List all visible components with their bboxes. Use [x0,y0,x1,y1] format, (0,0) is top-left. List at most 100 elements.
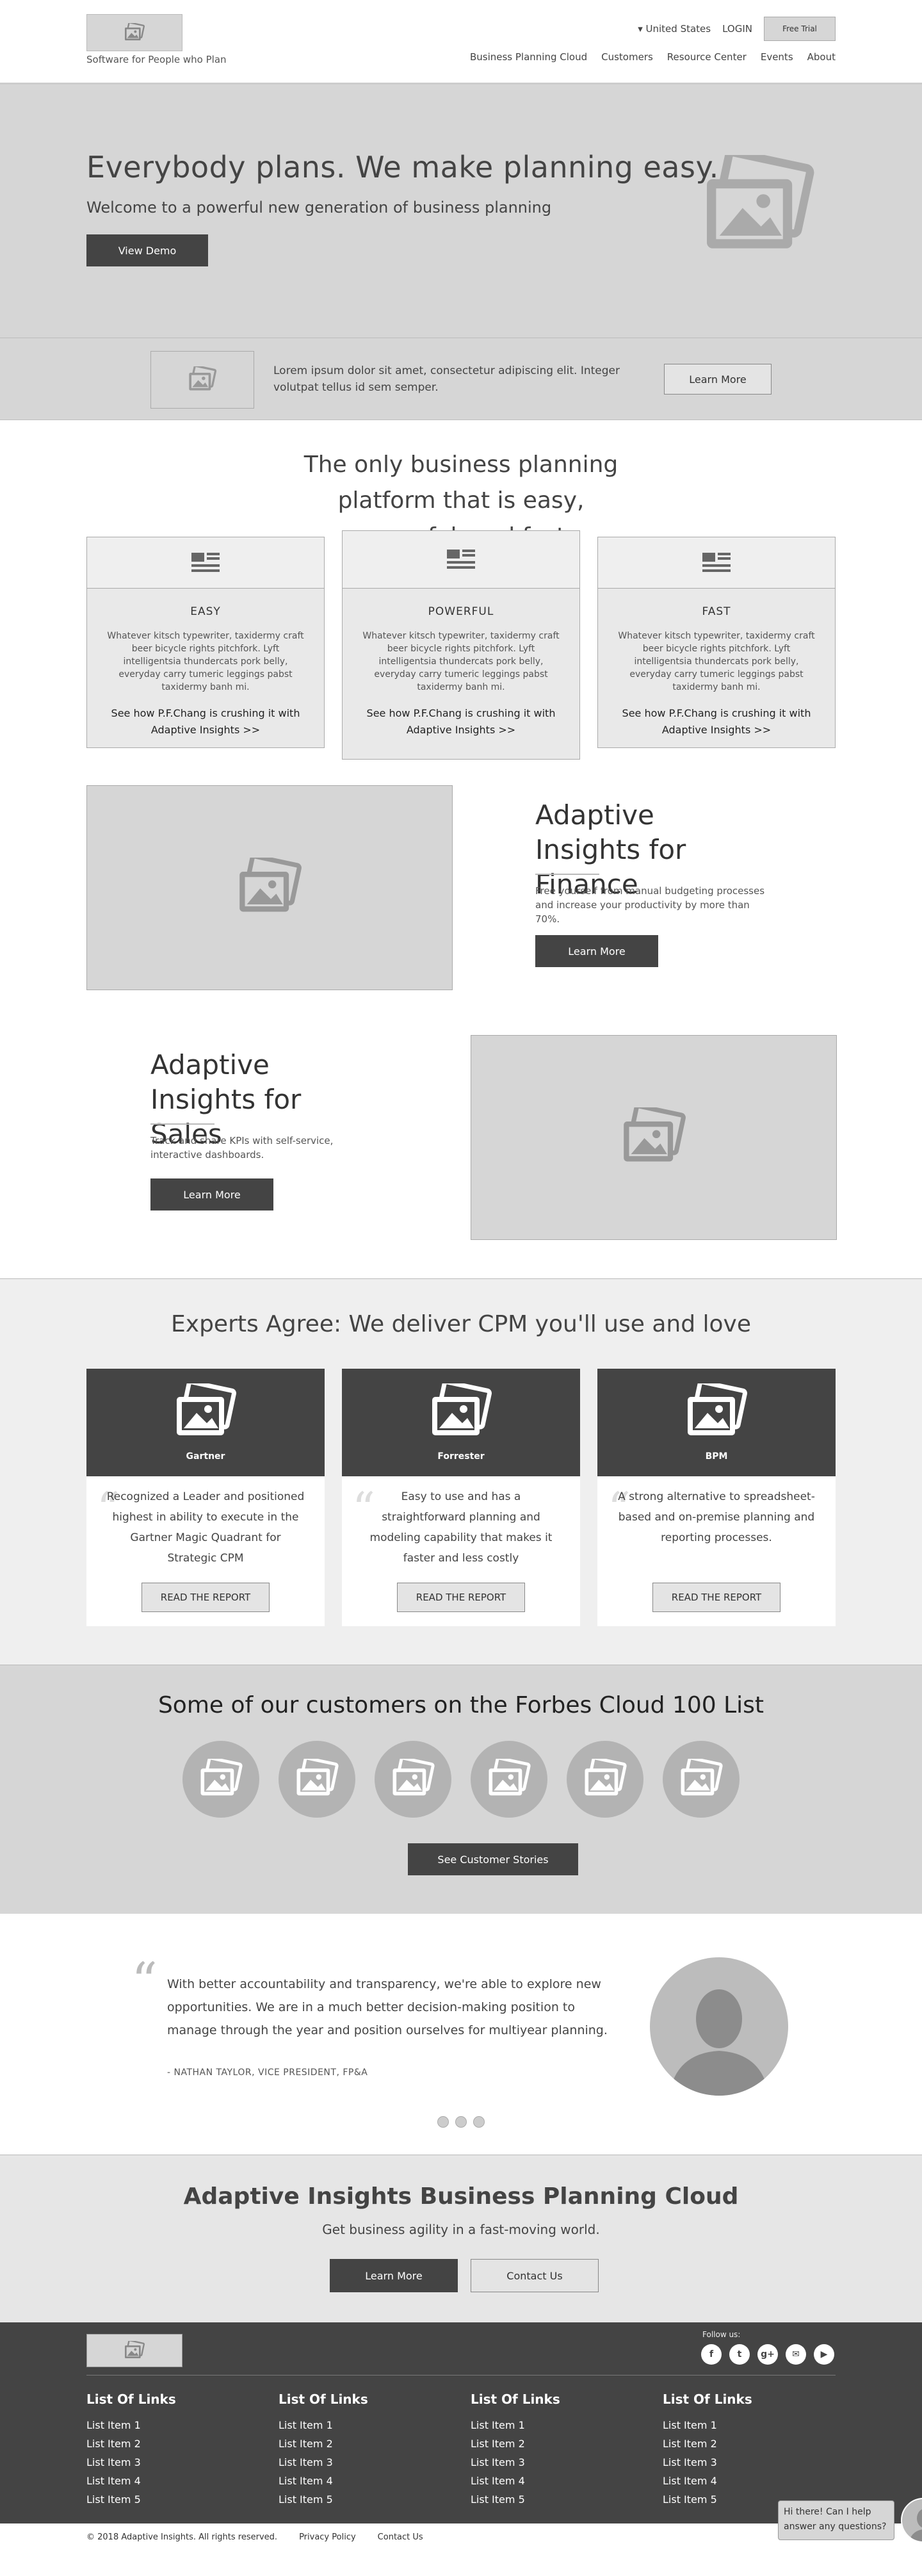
free-trial-button[interactable]: Free Trial [764,17,836,41]
chat-avatar[interactable] [901,2498,922,2543]
footer-link[interactable]: List Item 5 [471,2490,650,2509]
feature-title: EASY [190,605,221,618]
feature-header [343,531,579,589]
footer-link[interactable]: List Item 2 [471,2434,650,2453]
facebook-icon[interactable]: f [701,2344,722,2365]
footer-link[interactable]: List Item 1 [279,2416,458,2434]
country-selector[interactable]: United States [638,23,711,35]
expert-name: Forrester [437,1451,485,1462]
cta-subtitle: Get business agility in a fast-moving wo… [322,2222,600,2237]
expert-card-gartner: Gartner “ Recognized a Leader and positi… [86,1369,325,1626]
footer-link[interactable]: List Item 3 [471,2453,650,2472]
customer-logo[interactable] [279,1741,355,1818]
divider [150,1123,214,1125]
avatar [650,1957,788,2096]
chat-message[interactable]: Hi there! Can I help answer any question… [778,2500,894,2540]
footer-link[interactable]: List Item 3 [663,2453,842,2472]
footer-link[interactable]: List Item 3 [86,2453,266,2472]
customer-logo[interactable] [471,1741,547,1818]
feature-title: FAST [702,605,731,618]
expert-name: Gartner [186,1451,225,1462]
email-icon[interactable]: ✉ [786,2344,806,2365]
expert-card-forrester: Forrester “ Easy to use and has a straig… [342,1369,580,1626]
customer-logo[interactable] [375,1741,451,1818]
finance-learn-more-button[interactable]: Learn More [535,935,658,967]
feature-body: Whatever kitsch typewriter, taxidermy cr… [362,631,560,692]
feature-body: Whatever kitsch typewriter, taxidermy cr… [107,631,304,692]
image-icon [684,1383,748,1441]
top-bar: United States LOGIN Free Trial [638,17,836,41]
read-report-button[interactable]: READ THE REPORT [142,1583,270,1612]
view-demo-button[interactable]: View Demo [86,234,208,266]
promo-text: Lorem ipsum dolor sit amet, consectetur … [273,364,620,394]
layout-icon [702,553,731,573]
footer-link[interactable]: List Item 1 [471,2416,650,2434]
testimonial-section: “ With better accountability and transpa… [0,1914,922,2155]
google-plus-icon[interactable]: g+ [757,2344,778,2365]
nav-about[interactable]: About [807,51,836,63]
footer-column: List Of Links List Item 1 List Item 2 Li… [279,2392,458,2509]
image-icon [583,1759,627,1800]
twitter-icon[interactable]: t [729,2344,750,2365]
logo[interactable] [86,14,182,51]
hero-image-icon [701,155,816,259]
quote-icon: “ [131,1952,158,2011]
footer-link[interactable]: List Item 4 [471,2472,650,2490]
footer-link[interactable]: List Item 3 [279,2453,458,2472]
feature-card-easy: EASY Whatever kitsch typewriter, taxider… [86,537,325,748]
chat-widget[interactable]: Hi there! Can I help answer any question… [778,2498,922,2543]
experts-section: Experts Agree: We deliver CPM you'll use… [0,1278,922,1665]
finance-image [86,785,453,990]
footer-link[interactable]: List Item 1 [86,2416,266,2434]
cta-learn-more-button[interactable]: Learn More [330,2259,458,2292]
footer-link[interactable]: List Item 1 [663,2416,842,2434]
customer-logo[interactable] [182,1741,259,1818]
carousel-dot[interactable] [437,2116,449,2128]
person-icon [669,1989,769,2096]
login-link[interactable]: LOGIN [722,23,752,35]
footer-link[interactable]: List Item 2 [663,2434,842,2453]
footer-column: List Of Links List Item 1 List Item 2 Li… [663,2392,842,2509]
nav-business-planning-cloud[interactable]: Business Planning Cloud [470,51,587,63]
footer-link[interactable]: List Item 4 [279,2472,458,2490]
follow-label: Follow us: [702,2330,741,2339]
youtube-icon[interactable]: ▶ [814,2344,834,2365]
read-report-button[interactable]: READ THE REPORT [652,1583,780,1612]
feature-link[interactable]: See how P.F.Chang is crushing it with Ad… [598,705,835,738]
feature-body: Whatever kitsch typewriter, taxidermy cr… [618,631,815,692]
expert-card-bpm: BPM “ A strong alternative to spreadshee… [597,1369,836,1626]
cta-section: Adaptive Insights Business Planning Clou… [0,2155,922,2322]
divider [535,874,599,875]
footer-link[interactable]: List Item 5 [279,2490,458,2509]
feature-card-fast: FAST Whatever kitsch typewriter, taxider… [597,537,836,748]
footer-link[interactable]: List Item 2 [86,2434,266,2453]
footer-contact-link[interactable]: Contact Us [378,2532,423,2542]
sales-learn-more-button[interactable]: Learn More [150,1178,273,1211]
privacy-policy-link[interactable]: Privacy Policy [299,2532,356,2542]
read-report-button[interactable]: READ THE REPORT [397,1583,525,1612]
image-placeholder-icon [124,23,145,42]
nav-resource-center[interactable]: Resource Center [667,51,747,63]
footer-logo[interactable] [86,2334,182,2367]
promo-learn-more-button[interactable]: Learn More [664,364,772,395]
footer-link[interactable]: List Item 4 [663,2472,842,2490]
nav-events[interactable]: Events [761,51,793,63]
nav-customers[interactable]: Customers [601,51,653,63]
finance-section: Adaptive Insights for Finance Free yours… [0,779,922,1029]
carousel-dots [86,2116,836,2128]
carousel-dot[interactable] [473,2116,485,2128]
feature-link[interactable]: See how P.F.Chang is crushing it with Ad… [87,705,324,738]
promo-strip: Lorem ipsum dolor sit amet, consectetur … [0,338,922,420]
hero-title: Everybody plans. We make planning easy. [86,150,719,184]
footer-link[interactable]: List Item 4 [86,2472,266,2490]
feature-link[interactable]: See how P.F.Chang is crushing it with Ad… [343,705,579,738]
customer-logo[interactable] [663,1741,740,1818]
footer-link[interactable]: List Item 5 [86,2490,266,2509]
carousel-dot[interactable] [455,2116,467,2128]
see-customer-stories-button[interactable]: See Customer Stories [408,1843,578,1875]
cta-contact-us-button[interactable]: Contact Us [471,2259,599,2292]
main-nav: Business Planning Cloud Customers Resour… [470,51,836,63]
footer-link[interactable]: List Item 2 [279,2434,458,2453]
customer-logo[interactable] [567,1741,643,1818]
expert-quote: A strong alternative to spreadsheet-base… [618,1490,815,1544]
